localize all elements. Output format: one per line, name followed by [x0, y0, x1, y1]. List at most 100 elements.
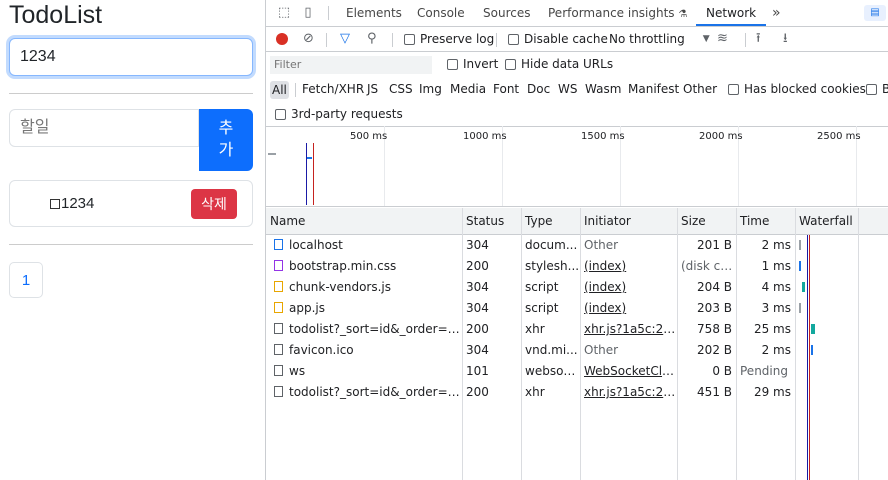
todo-input[interactable] [9, 109, 199, 147]
separator [328, 6, 329, 20]
preserve-log-checkbox[interactable]: Preserve log [404, 32, 494, 46]
request-name: todolist?_sort=id&_order=de... [270, 319, 462, 340]
column-name[interactable]: Name [266, 208, 462, 234]
type-filter-js[interactable]: JS [367, 82, 378, 96]
request-size: (disk ca... [681, 259, 736, 273]
request-type: stylesh... [525, 259, 580, 273]
request-status: 200 [466, 322, 489, 336]
column-status[interactable]: Status [462, 208, 521, 234]
checkbox-icon [508, 33, 519, 45]
tab-elements[interactable]: Elements [346, 0, 402, 26]
column-waterfall[interactable]: Waterfall [795, 208, 888, 234]
column-initiator[interactable]: Initiator [580, 208, 677, 234]
type-filter-manifest[interactable]: Manifest [628, 82, 679, 96]
type-filter-other[interactable]: Other [683, 82, 717, 96]
waterfall-bar [799, 303, 801, 313]
type-filter-doc[interactable]: Doc [527, 82, 550, 96]
column-size[interactable]: Size [677, 208, 736, 234]
request-initiator[interactable]: xhr.js?1a5c:220 [580, 319, 677, 340]
request-row[interactable]: todolist?_sort=id&_order=de... 200 xhr xhr.… [266, 382, 888, 403]
record-icon[interactable] [276, 33, 288, 45]
request-row[interactable]: localhost 304 docum... Other 201 B 2 ms [266, 235, 888, 256]
tab-sources[interactable]: Sources [483, 0, 530, 26]
type-filter-wasm[interactable]: Wasm [585, 82, 621, 96]
request-initiator[interactable]: WebSocketClie... [580, 361, 677, 382]
request-size: 451 B [697, 385, 732, 399]
search-icon[interactable]: ⚲ [367, 30, 377, 48]
import-har-icon[interactable]: ⭱ [756, 30, 761, 48]
request-initiator[interactable]: (index) [580, 256, 677, 277]
type-filter-media[interactable]: Media [450, 82, 486, 96]
type-filter-ws[interactable]: WS [558, 82, 577, 96]
request-row[interactable]: ws 101 websoc... WebSocketClie... 0 B Pending [266, 361, 888, 382]
waterfall-bar [811, 345, 813, 355]
type-filter-fetch-xhr[interactable]: Fetch/XHR [302, 82, 364, 96]
device-toolbar-icon[interactable]: ▯ [300, 5, 316, 21]
page-button-1[interactable]: 1 [9, 262, 43, 298]
filter-icon[interactable]: ▽ [340, 30, 350, 48]
request-table: Name Status Type Initiator Size Time Wat… [266, 208, 888, 480]
request-row[interactable]: todolist?_sort=id&_order=de... 200 xhr xhr.… [266, 319, 888, 340]
request-initiator[interactable]: xhr.js?1a5c:220 [580, 382, 677, 403]
filter-input[interactable] [270, 56, 432, 74]
request-name: app.js [270, 298, 462, 319]
overview-tick-2000: 2000 ms [699, 131, 743, 142]
request-row[interactable]: app.js 304 script (index) 203 B 3 ms [266, 298, 888, 319]
request-time: 3 ms [761, 301, 791, 315]
separator [295, 83, 296, 97]
type-filter-font[interactable]: Font [493, 82, 519, 96]
blocked-cookies-checkbox[interactable]: Has blocked cookies [728, 82, 866, 96]
waterfall-bar [802, 282, 805, 292]
file-icon [274, 344, 283, 355]
throttling-select[interactable]: No throttling ▼ [609, 32, 710, 46]
network-overview[interactable]: 500 ms 1000 ms 1500 ms 2000 ms 2500 ms [266, 126, 888, 207]
tab-performance-insights[interactable]: Performance insights ⚗ [548, 0, 687, 26]
request-initiator[interactable]: (index) [580, 298, 677, 319]
request-time: 2 ms [761, 343, 791, 357]
request-status: 304 [466, 301, 489, 315]
request-type: script [525, 301, 559, 315]
request-size: 758 B [697, 322, 732, 336]
add-button[interactable]: 추가 [199, 109, 253, 171]
request-size: 203 B [697, 301, 732, 315]
type-filter-all[interactable]: All [270, 81, 289, 99]
invert-checkbox[interactable]: Invert [447, 57, 498, 71]
tab-network[interactable]: Network [696, 0, 767, 26]
export-har-icon[interactable]: ⭳ [783, 30, 788, 48]
blocked-requests-checkbox[interactable]: B [866, 82, 888, 96]
request-row[interactable]: favicon.ico 304 vnd.mi... Other 202 B 2 ms [266, 340, 888, 361]
request-name: chunk-vendors.js [270, 277, 462, 298]
request-name: bootstrap.min.css [270, 256, 462, 277]
request-initiator[interactable]: (index) [580, 277, 677, 298]
devtools-tabbar: ⬚ ▯ Elements Console Sources Performance… [266, 0, 888, 27]
request-name: localhost [270, 235, 462, 256]
request-status: 200 [466, 259, 489, 273]
third-party-checkbox[interactable]: 3rd-party requests [275, 107, 403, 121]
todo-item-label[interactable]: 1234 [50, 195, 94, 212]
todo-item-text: 1234 [61, 195, 95, 212]
column-time[interactable]: Time [736, 208, 795, 234]
main-input[interactable] [9, 38, 253, 76]
clear-icon[interactable]: ⊘ [303, 30, 314, 48]
type-filter-css[interactable]: CSS [389, 82, 413, 96]
more-tabs-icon[interactable]: » [772, 0, 781, 26]
column-type[interactable]: Type [521, 208, 580, 234]
network-conditions-icon[interactable]: ≋ [717, 30, 728, 48]
type-filter-img[interactable]: Img [419, 82, 442, 96]
blocked-cookies-label: Has blocked cookies [744, 82, 866, 96]
request-row[interactable]: chunk-vendors.js 304 script (index) 204 B 4 m… [266, 277, 888, 298]
inspect-element-icon[interactable]: ⬚ [276, 5, 292, 21]
request-row[interactable]: bootstrap.min.css 200 stylesh... (index) (di… [266, 256, 888, 277]
separator [745, 33, 746, 47]
tab-console[interactable]: Console [417, 0, 465, 26]
request-size: 204 B [697, 280, 732, 294]
checkbox-icon[interactable] [50, 198, 60, 209]
disable-cache-checkbox[interactable]: Disable cache [508, 32, 608, 46]
delete-button[interactable]: 삭제 [191, 189, 237, 219]
request-time: 29 ms [753, 385, 791, 399]
hide-data-urls-checkbox[interactable]: Hide data URLs [505, 57, 613, 71]
request-name-text: app.js [289, 301, 325, 315]
request-name-text: todolist?_sort=id&_order=de... [289, 385, 462, 399]
messages-icon[interactable]: ▤ [864, 5, 886, 21]
chevron-down-icon: ▼ [702, 34, 710, 44]
